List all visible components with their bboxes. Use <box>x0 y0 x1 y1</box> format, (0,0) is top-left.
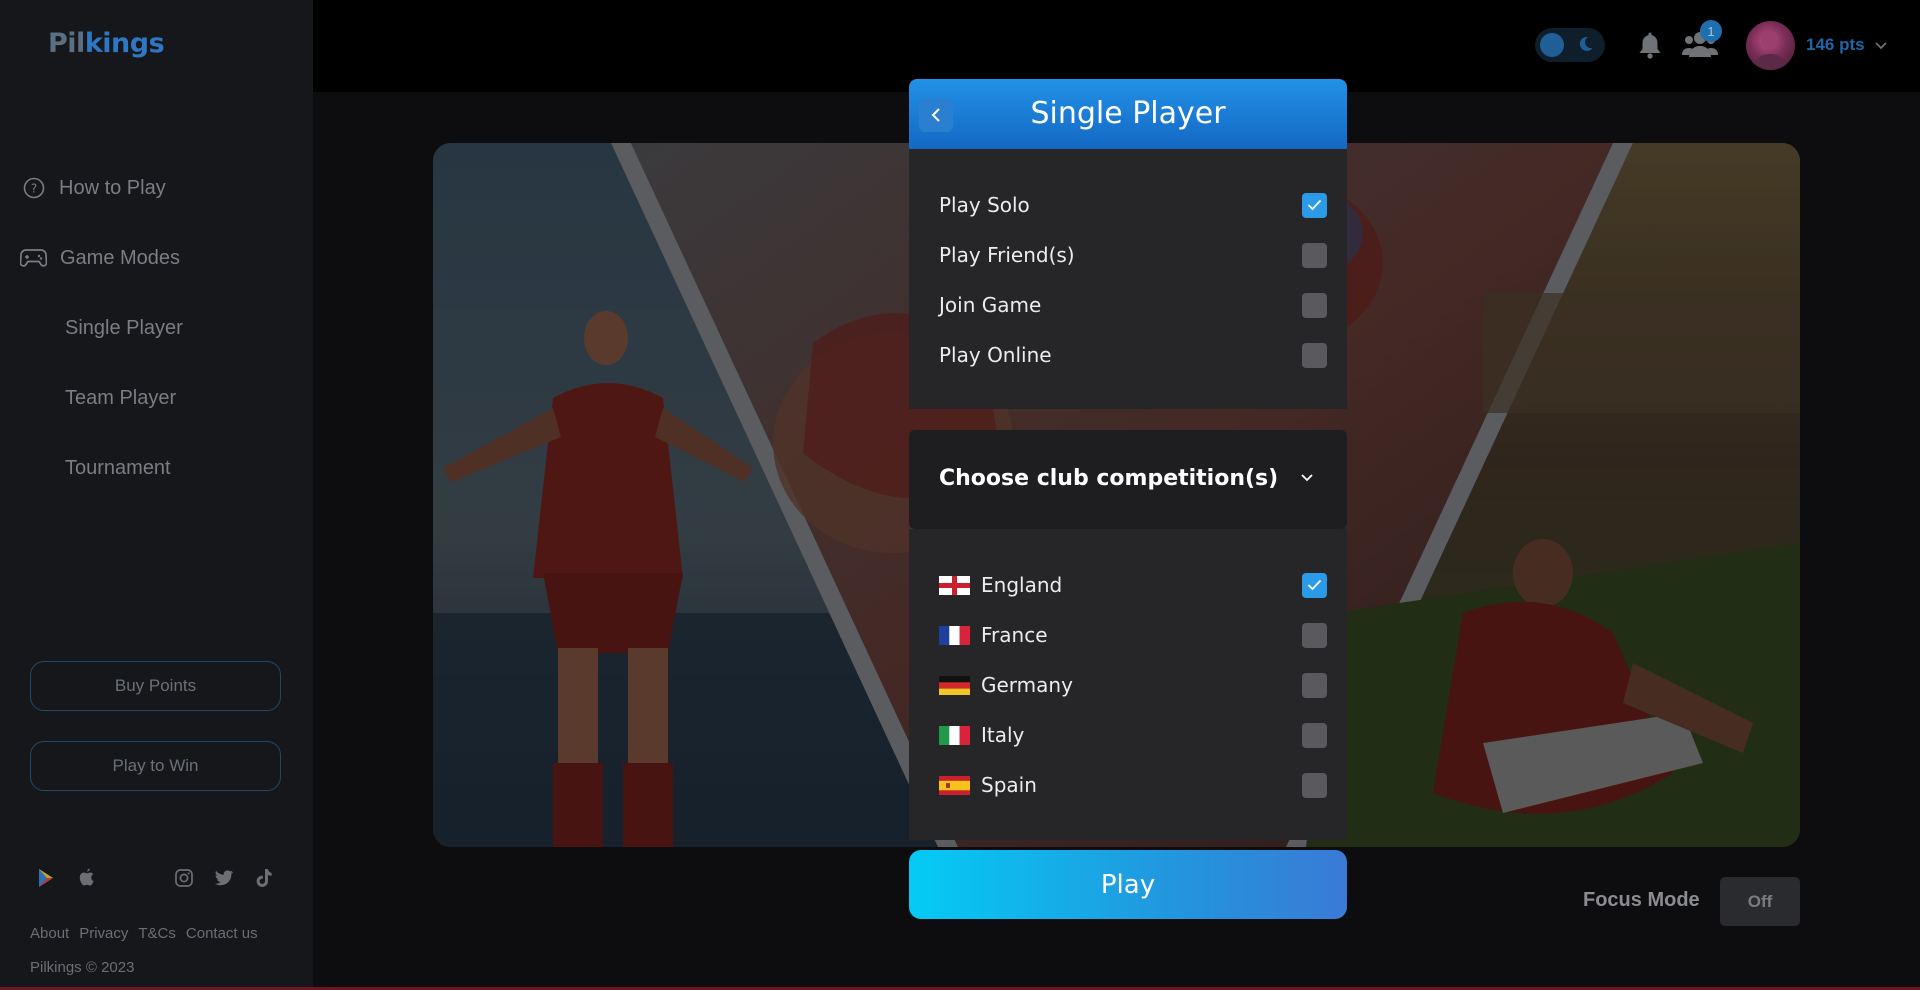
play-solo-checkbox[interactable] <box>1302 192 1327 218</box>
toggle-knob <box>1540 33 1564 57</box>
nav-game-modes[interactable]: Game Modes <box>20 246 180 270</box>
option-label: Play Friend(s) <box>939 243 1075 267</box>
theme-toggle[interactable] <box>1535 28 1605 62</box>
modal-header: Single Player <box>909 79 1347 149</box>
country-label: France <box>981 623 1048 647</box>
germany-checkbox[interactable] <box>1302 672 1327 698</box>
spain-checkbox[interactable] <box>1302 772 1327 798</box>
flag-england-icon <box>939 575 970 595</box>
option-label: Play Solo <box>939 193 1030 217</box>
italy-checkbox[interactable] <box>1302 722 1327 748</box>
footer-links: About Privacy T&Cs Contact us <box>30 925 258 942</box>
flag-germany-icon <box>939 675 970 695</box>
chevron-down-icon <box>1300 470 1314 488</box>
brand-logo-part2: kings <box>84 28 165 59</box>
gamepad-icon <box>20 246 47 270</box>
option-label: Play Online <box>939 343 1052 367</box>
join-game-checkbox[interactable] <box>1302 292 1327 318</box>
footer-link-terms[interactable]: T&Cs <box>138 925 176 942</box>
option-play-friends[interactable]: Play Friend(s) <box>939 240 1327 270</box>
country-label: Italy <box>981 723 1025 747</box>
sidebar: Pilkings ? How to Play Game Modes Single… <box>0 0 313 990</box>
country-label: Germany <box>981 673 1073 697</box>
country-italy[interactable]: Italy <box>939 720 1327 750</box>
friends-badge: 1 <box>1700 20 1722 42</box>
question-circle-icon: ? <box>22 176 46 200</box>
flag-italy-icon <box>939 725 970 745</box>
play-button[interactable]: Play <box>909 850 1347 919</box>
footer-link-privacy[interactable]: Privacy <box>79 925 128 942</box>
nav-how-to-play-label: How to Play <box>59 176 166 199</box>
mode-tournament[interactable]: Tournament <box>65 457 171 480</box>
play-online-checkbox[interactable] <box>1302 342 1327 368</box>
competition-title: Choose club competition(s) <box>939 466 1279 491</box>
country-list-panel: England France Germany Italy Spain <box>909 529 1347 840</box>
twitter-icon[interactable] <box>210 864 238 892</box>
buy-points-button[interactable]: Buy Points <box>30 661 281 711</box>
option-play-solo[interactable]: Play Solo <box>939 190 1327 220</box>
country-label: England <box>981 573 1063 597</box>
tiktok-icon[interactable] <box>250 864 278 892</box>
england-checkbox[interactable] <box>1302 572 1327 598</box>
nav-how-to-play[interactable]: ? How to Play <box>22 176 166 200</box>
points-display[interactable]: 146 pts <box>1806 35 1865 55</box>
play-options-panel: Play Solo Play Friend(s) Join Game Play … <box>909 149 1347 409</box>
france-checkbox[interactable] <box>1302 622 1327 648</box>
footer-link-about[interactable]: About <box>30 925 69 942</box>
country-germany[interactable]: Germany <box>939 670 1327 700</box>
country-label: Spain <box>981 773 1037 797</box>
apple-icon[interactable] <box>73 864 101 892</box>
option-play-online[interactable]: Play Online <box>939 340 1327 370</box>
focus-mode-label: Focus Mode <box>1583 889 1700 911</box>
instagram-icon[interactable] <box>170 864 198 892</box>
footer-link-contact[interactable]: Contact us <box>186 925 258 942</box>
option-join-game[interactable]: Join Game <box>939 290 1327 320</box>
country-spain[interactable]: Spain <box>939 770 1327 800</box>
country-france[interactable]: France <box>939 620 1327 650</box>
mode-team-player[interactable]: Team Player <box>65 387 176 410</box>
bell-icon[interactable] <box>1637 32 1663 65</box>
google-play-icon[interactable] <box>32 864 60 892</box>
competition-dropdown[interactable]: Choose club competition(s) <box>909 430 1347 529</box>
moon-icon <box>1576 35 1594 58</box>
flag-spain-icon <box>939 775 970 795</box>
chevron-down-icon[interactable] <box>1874 38 1888 56</box>
nav-game-modes-label: Game Modes <box>60 246 181 269</box>
check-icon <box>1307 199 1322 211</box>
flag-france-icon <box>939 625 970 645</box>
modal-title: Single Player <box>1030 96 1226 131</box>
brand-logo-part1: Pil <box>48 28 85 59</box>
svg-text:?: ? <box>31 182 37 196</box>
play-friends-checkbox[interactable] <box>1302 242 1327 268</box>
check-icon <box>1307 579 1322 591</box>
focus-mode-toggle[interactable]: Off <box>1720 877 1800 926</box>
mode-single-player[interactable]: Single Player <box>65 317 183 340</box>
avatar[interactable] <box>1746 21 1795 70</box>
country-england[interactable]: England <box>939 570 1327 600</box>
play-to-win-button[interactable]: Play to Win <box>30 741 281 791</box>
brand-logo[interactable]: Pilkings <box>48 28 165 59</box>
option-label: Join Game <box>939 293 1042 317</box>
copyright: Pilkings © 2023 <box>30 959 135 976</box>
